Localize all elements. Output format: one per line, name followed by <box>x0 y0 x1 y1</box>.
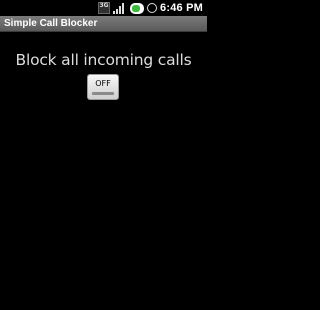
toggle-label: OFF <box>95 79 111 88</box>
network-3g-icon: 3G <box>98 2 111 14</box>
battery-icon <box>130 2 145 14</box>
alarm-icon <box>147 3 158 13</box>
app-title: Simple Call Blocker <box>4 18 98 29</box>
signal-icon <box>113 2 127 14</box>
title-bar: Simple Call Blocker <box>0 16 207 32</box>
toggle-indicator <box>92 92 114 95</box>
block-calls-toggle-button[interactable]: OFF <box>87 74 119 100</box>
block-calls-label: Block all incoming calls <box>15 51 192 69</box>
main-content: Block all incoming calls OFF <box>0 33 207 310</box>
status-bar: 3G 6:46 PM <box>0 0 207 16</box>
status-time: 6:46 PM <box>160 2 203 14</box>
